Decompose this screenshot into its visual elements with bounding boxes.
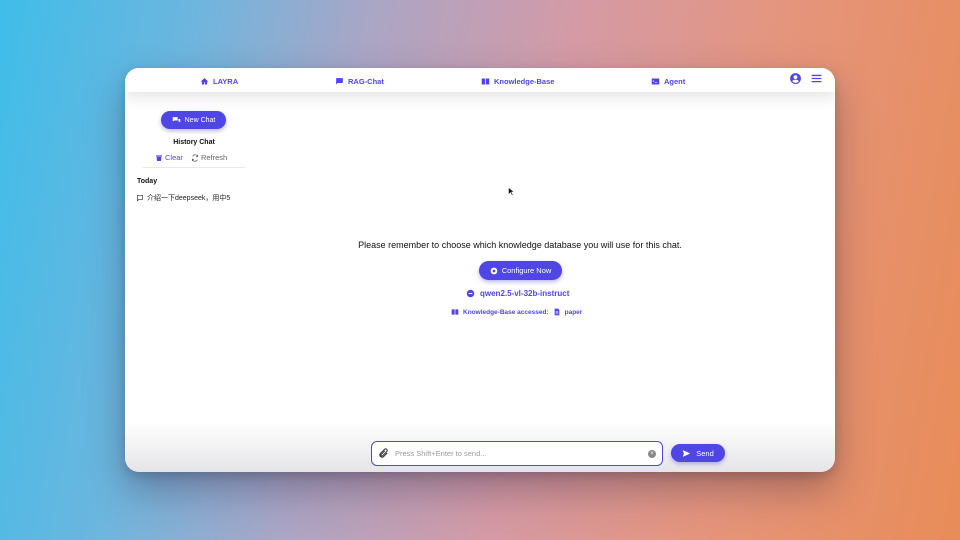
chat-icon: [336, 77, 343, 84]
app-window: LAYRA RAG-Chat Knowledge-Base Agent New …: [125, 68, 835, 472]
configure-now-button[interactable]: Configure Now: [479, 261, 562, 280]
nav-item-label: Agent: [664, 76, 686, 86]
nav-item-label: Knowledge-Base: [494, 76, 555, 86]
book-icon: [451, 309, 459, 315]
clear-label: Clear: [165, 153, 183, 162]
user-circle-icon[interactable]: [789, 72, 802, 85]
send-button[interactable]: Send: [671, 444, 725, 462]
mouse-cursor-icon: [508, 187, 514, 196]
file-icon: [554, 308, 559, 316]
history-sidebar: New Chat History Chat Clear Refresh Toda…: [125, 92, 275, 442]
nav-right-controls: [789, 72, 823, 85]
history-list-item[interactable]: 介绍一下deepseek，用中5: [136, 193, 230, 203]
nav-item-layra[interactable]: LAYRA: [200, 75, 238, 87]
send-label: Send: [696, 448, 714, 458]
sidebar-divider: [143, 167, 245, 168]
clear-input-icon[interactable]: ×: [648, 449, 656, 458]
nav-item-rag-chat[interactable]: RAG-Chat: [335, 75, 384, 87]
chat-bubbles-icon: [172, 116, 180, 122]
refresh-label: Refresh: [200, 153, 228, 162]
paper-plane-icon: [682, 449, 691, 457]
hamburger-menu-icon[interactable]: [810, 72, 823, 85]
nav-item-agent[interactable]: Agent: [651, 75, 685, 87]
refresh-icon: [191, 153, 199, 162]
kb-name[interactable]: paper: [565, 309, 583, 316]
new-chat-label: New Chat: [184, 116, 216, 124]
top-navbar: LAYRA RAG-Chat Knowledge-Base Agent: [125, 68, 835, 92]
settings-circle-icon: [490, 267, 498, 274]
history-actions: Clear Refresh: [155, 153, 227, 162]
knowledge-reminder-text: Please remember to choose which knowledg…: [358, 240, 682, 250]
clear-history-button[interactable]: Clear: [155, 153, 183, 162]
kb-accessed-label: Knowledge-Base accessed:: [463, 308, 549, 316]
history-item-label: 介绍一下deepseek，用中5: [147, 195, 231, 202]
model-circle-icon: [466, 289, 475, 298]
nav-item-label: RAG-Chat: [348, 76, 384, 86]
configure-label: Configure Now: [501, 266, 552, 275]
today-group-label: Today: [137, 178, 158, 185]
trash-icon: [156, 154, 162, 161]
message-input[interactable]: [395, 449, 642, 458]
model-name: qwen2.5-vl-32b-instruct: [480, 289, 570, 298]
knowledge-base-access-info: Knowledge-Base accessed: paper: [451, 308, 582, 316]
new-chat-button[interactable]: New Chat: [161, 111, 226, 129]
home-icon: [200, 77, 209, 84]
paperclip-icon[interactable]: [378, 448, 389, 459]
history-title: History Chat: [173, 139, 215, 146]
nav-item-knowledge-base[interactable]: Knowledge-Base: [481, 75, 554, 87]
terminal-icon: [651, 78, 660, 84]
chat-outline-icon: [137, 195, 143, 202]
nav-item-label: LAYRA: [213, 76, 239, 86]
model-selector[interactable]: qwen2.5-vl-32b-instruct: [466, 289, 569, 298]
message-input-box: ×: [371, 441, 663, 466]
book-icon: [481, 78, 490, 84]
chat-main-area: Please remember to choose which knowledg…: [275, 92, 835, 422]
refresh-history-button[interactable]: Refresh: [191, 153, 227, 162]
